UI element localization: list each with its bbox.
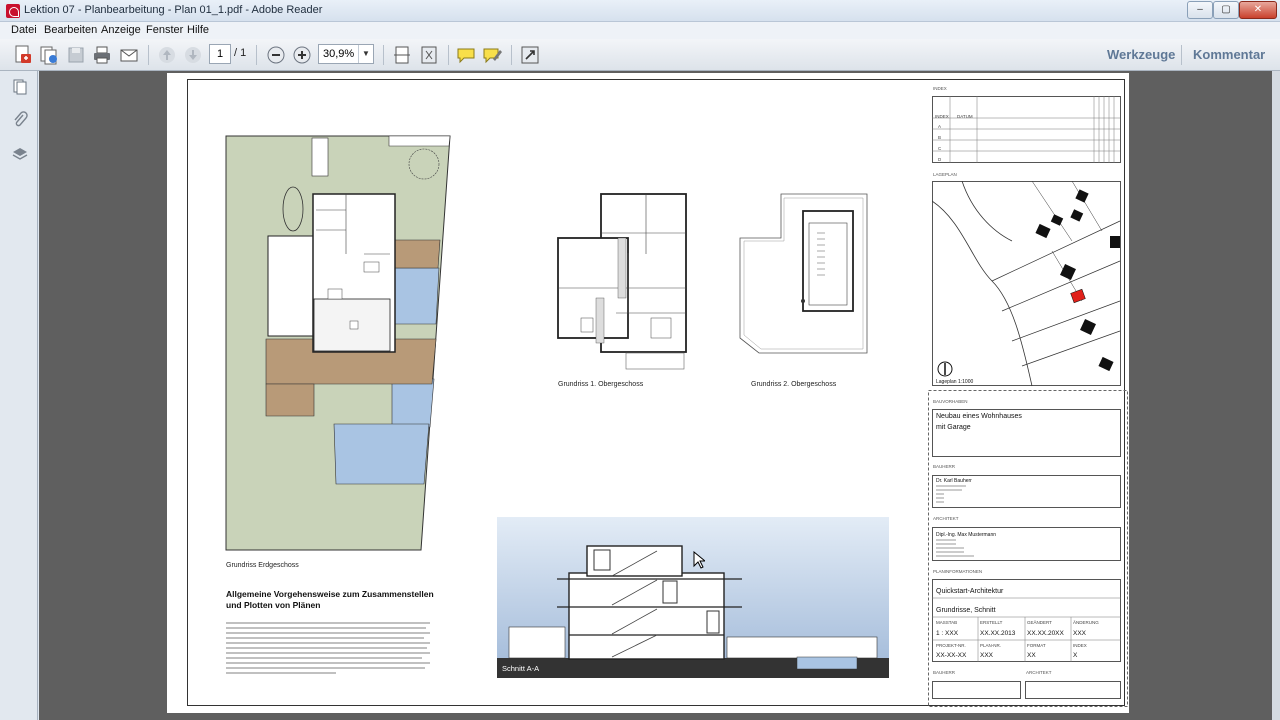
- grid-label: PROJEKT-NR.: [936, 643, 966, 648]
- create-pdf-icon[interactable]: [12, 44, 34, 66]
- menu-fenster[interactable]: Fenster: [146, 24, 183, 36]
- toolbar-separator: [148, 45, 149, 65]
- grid-value: XX.XX.20XX: [1027, 630, 1064, 637]
- ground-floor-caption: Grundriss Erdgeschoss: [226, 562, 299, 569]
- toolbar-separator: [1181, 45, 1182, 65]
- grid-label: FORMAT: [1027, 643, 1046, 648]
- prev-page-icon[interactable]: [156, 44, 178, 66]
- grid-label: MASSTAB: [936, 620, 958, 625]
- grid-value: X: [1073, 652, 1078, 659]
- lageplan-label: LAGEPLAN: [933, 172, 957, 177]
- save-icon[interactable]: [65, 44, 87, 66]
- tools-link[interactable]: Werkzeuge: [1107, 47, 1175, 62]
- lageplan-caption: Lageplan 1:1000: [936, 379, 974, 385]
- menu-bar: Datei Bearbeiten Anzeige Fenster Hilfe: [0, 22, 1280, 39]
- planinfo-label: PLANINFORMATIONEN: [933, 569, 983, 574]
- grid-label: ERSTELLT: [980, 620, 1003, 625]
- second-floor-plan: [739, 193, 868, 354]
- grid-label: GEÄNDERT: [1027, 620, 1052, 625]
- index-col-index: INDEX: [935, 114, 949, 119]
- fullscreen-icon[interactable]: [519, 44, 541, 66]
- menu-anzeige[interactable]: Anzeige: [101, 24, 141, 36]
- menu-hilfe[interactable]: Hilfe: [187, 24, 209, 36]
- bauvorhaben-line2: mit Garage: [936, 424, 971, 431]
- ground-floor-plan: [225, 135, 451, 551]
- bauherr-address-lines: [936, 485, 966, 503]
- close-button[interactable]: ✕: [1239, 1, 1277, 19]
- layers-icon[interactable]: [11, 145, 29, 163]
- first-floor-plan: [557, 193, 687, 370]
- maximize-button[interactable]: ▢: [1213, 1, 1239, 19]
- bauherr-label: BAUHERR: [933, 464, 956, 469]
- window-title: Lektion 07 - Planbearbeitung - Plan 01_1…: [24, 4, 323, 16]
- sign-architekt-box: [1025, 681, 1121, 699]
- site-plan-map: [932, 181, 1121, 387]
- menu-datei[interactable]: Datei: [11, 24, 37, 36]
- architekt-address-lines: [936, 539, 974, 557]
- combine-icon[interactable]: [38, 44, 60, 66]
- index-row: C: [938, 146, 942, 151]
- index-table: [932, 96, 1121, 163]
- section-drawing: [497, 517, 889, 678]
- zoom-out-icon[interactable]: [265, 44, 287, 66]
- index-col-date: DATUM: [957, 114, 973, 119]
- print-icon[interactable]: [91, 44, 113, 66]
- page-number-input[interactable]: 1: [209, 44, 231, 64]
- architekt-name: Dipl.-Ing. Max Mustermann: [936, 532, 997, 538]
- grid-label: INDEX: [1073, 643, 1087, 648]
- index-label: INDEX: [933, 86, 947, 91]
- first-floor-caption: Grundriss 1. Obergeschoss: [558, 381, 644, 388]
- comment-link[interactable]: Kommentar: [1193, 47, 1265, 62]
- fit-page-icon[interactable]: [418, 44, 440, 66]
- menu-bearbeiten[interactable]: Bearbeiten: [44, 24, 97, 36]
- section-caption: Schnitt A-A: [502, 664, 540, 673]
- toolbar-separator: [256, 45, 257, 65]
- toolbar-separator: [383, 45, 384, 65]
- index-row: B: [938, 135, 942, 140]
- zoom-in-icon[interactable]: [291, 44, 313, 66]
- minimize-button[interactable]: –: [1187, 1, 1213, 19]
- grid-value: XX-XX-XX: [936, 652, 967, 659]
- grid-value: XXX: [980, 652, 994, 659]
- zoom-value: 30,9%: [323, 48, 355, 60]
- toolbar-separator: [448, 45, 449, 65]
- grid-label: PLAN-NR.: [980, 643, 1002, 648]
- index-row: D: [938, 157, 942, 162]
- pages-icon[interactable]: [11, 78, 29, 96]
- grid-value: XX: [1027, 652, 1036, 659]
- sign-bauherr-box: [932, 681, 1021, 699]
- highlight-icon[interactable]: [481, 44, 503, 66]
- index-row: A: [938, 124, 942, 129]
- attachments-icon[interactable]: [11, 111, 29, 129]
- sign-architekt-label: ARCHITEKT: [1026, 670, 1052, 675]
- fit-width-icon[interactable]: [391, 44, 413, 66]
- sign-bauherr-label: BAUHERR: [933, 670, 956, 675]
- comment-icon[interactable]: [455, 44, 477, 66]
- adobe-reader-window: Lektion 07 - Planbearbeitung - Plan 01_1…: [0, 0, 1280, 720]
- bauvorhaben-line1: Neubau eines Wohnhauses: [936, 413, 1022, 420]
- body-text-lines: [226, 622, 430, 674]
- zoom-level-select[interactable]: 30,9% ▼: [318, 44, 374, 64]
- bauvorhaben-label: BAUVORHABEN: [933, 399, 968, 404]
- grid-value: 1 : XXX: [936, 630, 959, 637]
- architekt-label: ARCHITEKT: [933, 516, 959, 521]
- email-icon[interactable]: [118, 44, 140, 66]
- title-bar: Lektion 07 - Planbearbeitung - Plan 01_1…: [0, 0, 1280, 22]
- vertical-scrollbar[interactable]: [1272, 71, 1280, 720]
- adobe-reader-icon: [6, 4, 20, 18]
- grid-value: XX.XX.2013: [980, 630, 1016, 637]
- page-total: / 1: [234, 47, 247, 59]
- grid-label: ÄNDERUNG: [1073, 620, 1099, 625]
- toolbar: 1 / 1 30,9% ▼ Werkzeuge Kommentar: [0, 39, 1280, 71]
- navigation-pane: [0, 71, 38, 720]
- plan-heading: Allgemeine Vorgehensweise zum Zusammenst…: [226, 589, 434, 610]
- next-page-icon[interactable]: [182, 44, 204, 66]
- bauherr-name: Dr. Karl Bauherr: [936, 478, 972, 484]
- second-floor-caption: Grundriss 2. Obergeschoss: [751, 381, 837, 388]
- toolbar-separator: [511, 45, 512, 65]
- chevron-down-icon[interactable]: ▼: [358, 45, 373, 63]
- mouse-cursor-icon: [693, 551, 705, 569]
- grid-value: XXX: [1073, 630, 1087, 637]
